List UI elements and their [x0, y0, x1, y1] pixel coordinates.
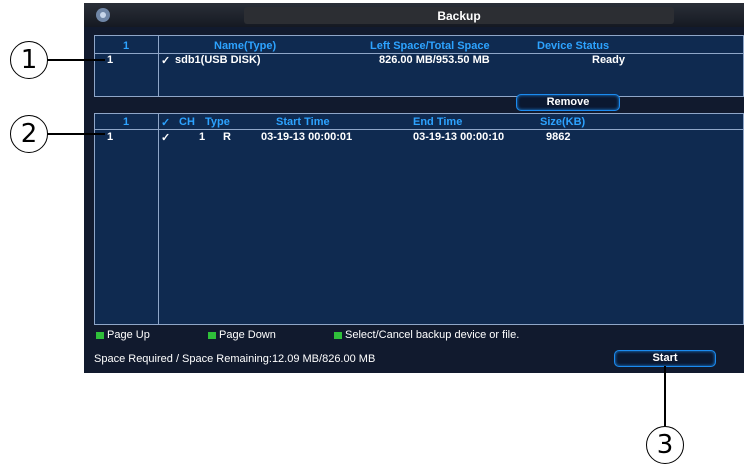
- start-button[interactable]: Start: [614, 350, 716, 367]
- col-space: Left Space/Total Space: [370, 40, 490, 52]
- select-hint-label: Select/Cancel backup device or file.: [345, 329, 520, 341]
- device-table-header: 1 Name(Type) Left Space/Total Space Devi…: [95, 40, 743, 54]
- page-down-label: Page Down: [219, 329, 276, 341]
- device-name: sdb1(USB DISK): [175, 54, 261, 66]
- select-hint: Select/Cancel backup device or file.: [334, 329, 519, 341]
- file-end-time: 03-19-13 00:00:10: [413, 131, 505, 143]
- callout-2-leader: [47, 133, 105, 135]
- device-table: 1 Name(Type) Left Space/Total Space Devi…: [94, 35, 744, 97]
- window-title: Backup: [437, 9, 481, 23]
- col-select: ✓: [161, 117, 171, 129]
- file-table-header: 1 ✓ CH Type Start Time End Time Size(KB): [95, 116, 743, 130]
- file-row[interactable]: 1 ✓ 1 R 03-19-13 00:00:01 03-19-13 00:00…: [95, 131, 743, 144]
- remove-button[interactable]: Remove: [516, 94, 620, 111]
- page-down-hint[interactable]: Page Down: [208, 329, 276, 341]
- callout-1: 1: [10, 41, 48, 79]
- page-up-hint[interactable]: Page Up: [96, 329, 150, 341]
- device-index: 1: [107, 54, 114, 66]
- space-info: Space Required / Space Remaining:12.09 M…: [94, 353, 376, 365]
- column-divider: [158, 114, 159, 324]
- page-up-label: Page Up: [107, 329, 150, 341]
- file-index: 1: [107, 131, 114, 143]
- function-key-icon: [334, 331, 342, 339]
- page-down-key-icon: [208, 331, 216, 339]
- title-bar: Backup: [84, 3, 744, 27]
- callout-2: 2: [10, 115, 48, 153]
- callout-1-leader: [47, 59, 105, 61]
- file-channel: 1: [199, 131, 206, 143]
- col-index: 1: [123, 40, 130, 52]
- col-size: Size(KB): [540, 116, 586, 128]
- col-status: Device Status: [537, 40, 610, 52]
- callout-3-leader: [664, 366, 666, 426]
- col-channel: CH: [179, 116, 195, 128]
- file-start-time: 03-19-13 00:00:01: [261, 131, 353, 143]
- col-start-time: Start Time: [276, 116, 330, 128]
- file-size: 9862: [546, 131, 571, 143]
- device-check[interactable]: ✓: [161, 54, 170, 67]
- device-row[interactable]: 1 ✓ sdb1(USB DISK) 826.00 MB/953.50 MB R…: [95, 54, 743, 67]
- file-type: R: [223, 131, 231, 143]
- camera-logo-icon: [96, 8, 110, 22]
- col-name: Name(Type): [214, 40, 277, 52]
- file-table: 1 ✓ CH Type Start Time End Time Size(KB)…: [94, 113, 744, 325]
- backup-screen: Backup 1 Name(Type) Left Space/Total Spa…: [84, 3, 744, 373]
- device-status: Ready: [592, 54, 626, 66]
- title-pill: Backup: [244, 7, 674, 24]
- col-type: Type: [205, 116, 230, 128]
- file-check[interactable]: ✓: [161, 131, 170, 144]
- callout-3: 3: [646, 426, 684, 464]
- col-end-time: End Time: [413, 116, 463, 128]
- page-up-key-icon: [96, 331, 104, 339]
- device-space: 826.00 MB/953.50 MB: [379, 54, 490, 66]
- col-index: 1: [123, 116, 130, 128]
